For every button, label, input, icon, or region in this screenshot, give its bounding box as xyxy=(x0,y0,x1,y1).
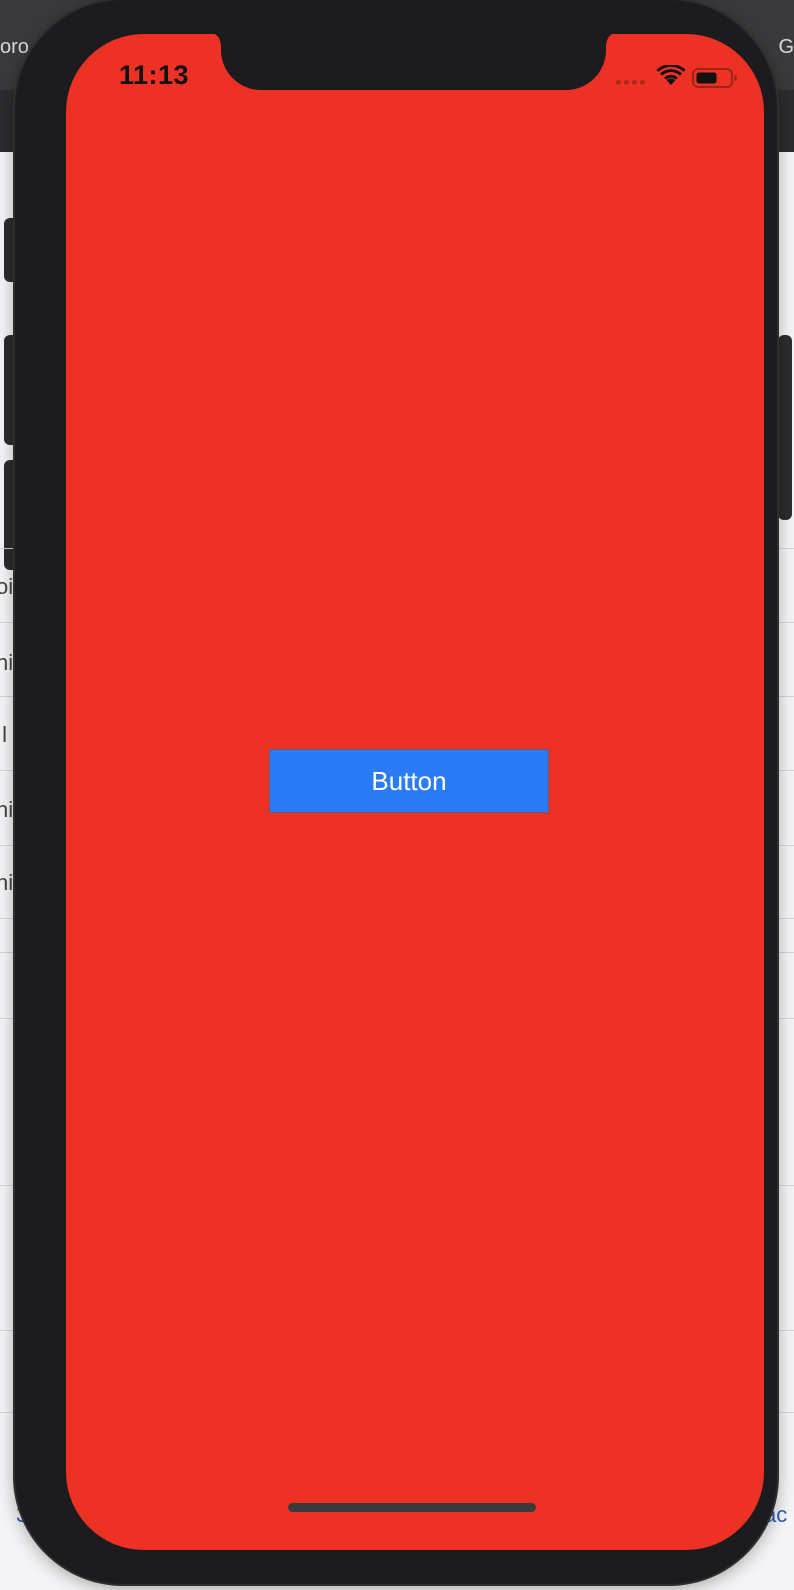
main-button[interactable]: Button xyxy=(269,749,549,813)
background-row-fragment: ıl xyxy=(0,722,7,747)
home-indicator[interactable] xyxy=(288,1503,536,1512)
status-bar-time: 11:13 xyxy=(119,60,190,90)
background-side-control xyxy=(778,335,792,520)
battery-icon xyxy=(692,68,737,88)
background-row-fragment: oi xyxy=(0,574,14,599)
device-frame: 11:13 Button xyxy=(15,0,777,1584)
app-screen: 11:13 Button xyxy=(66,34,764,1550)
wifi-icon xyxy=(656,65,686,85)
device-notch xyxy=(209,34,618,90)
background-tab-fragment-right: G xyxy=(778,36,794,58)
background-tab-fragment-left: oro xyxy=(0,36,29,58)
cellular-signal-icon xyxy=(616,80,645,85)
